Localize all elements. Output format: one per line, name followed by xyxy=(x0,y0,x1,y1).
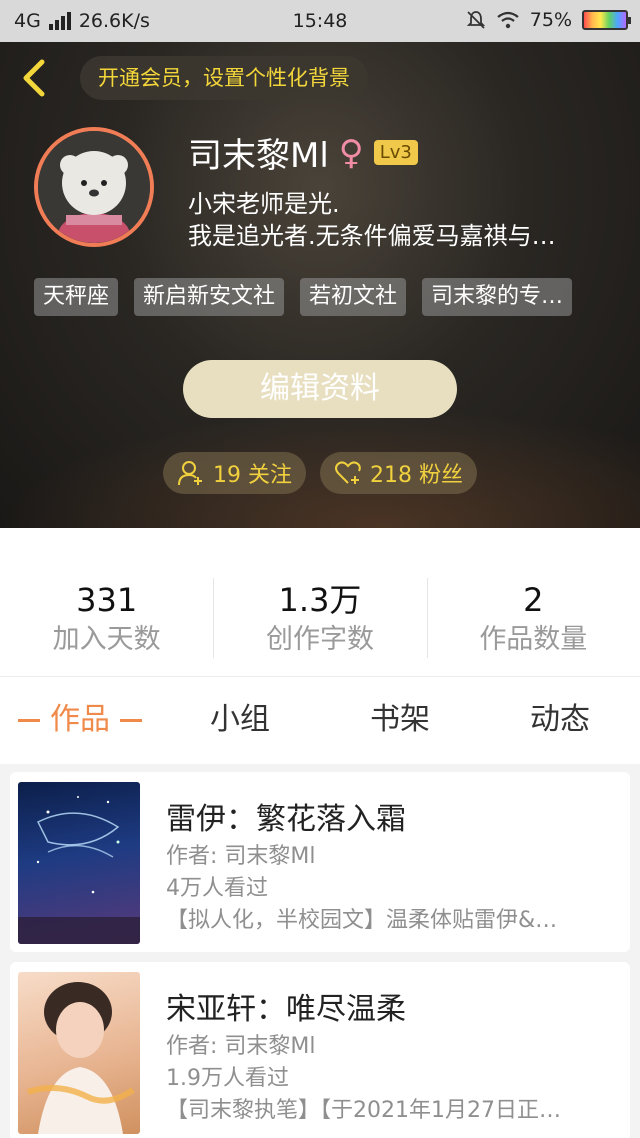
book-views: 4万人看过 xyxy=(166,876,268,901)
tab-indicator-right xyxy=(120,719,142,722)
book-title: 宋亚轩：唯尽温柔 xyxy=(166,992,406,1027)
tab-indicator-left xyxy=(18,719,40,722)
tab-works[interactable]: 作品 xyxy=(0,677,160,764)
book-cover-art xyxy=(18,796,140,944)
avatar[interactable] xyxy=(34,127,154,247)
stat-label: 创作字数 xyxy=(265,624,374,655)
following-label: 19 关注 xyxy=(213,463,292,488)
book-title: 雷伊：繁花落入霜 xyxy=(166,802,406,837)
tab-label: 作品 xyxy=(50,702,110,737)
book-card[interactable]: 雷伊：繁花落入霜 作者: 司末黎Ml 4万人看过 【拟人化，半校园文】温柔体贴雷… xyxy=(10,772,630,952)
username: 司末黎Ml xyxy=(188,136,329,176)
followers-label: 218 粉丝 xyxy=(370,463,463,488)
tab-activity[interactable]: 动态 xyxy=(480,677,640,764)
wifi-icon xyxy=(497,11,519,29)
clock: 15:48 xyxy=(292,10,348,32)
mute-bell-icon xyxy=(466,11,485,29)
stat-label: 加入天数 xyxy=(52,624,161,655)
book-author: 作者: 司末黎Ml xyxy=(166,1034,316,1059)
add-user-icon xyxy=(178,461,202,486)
profile-header: 开通会员，设置个性化背景 司末黎Ml ♀ Lv3 小宋老师是光. 我是追光者.无… xyxy=(0,42,640,528)
back-button[interactable] xyxy=(14,56,54,100)
book-description: 【拟人化，半校园文】温柔体贴雷伊&… xyxy=(166,908,558,933)
book-cover-art xyxy=(27,982,135,1134)
stat-label: 作品数量 xyxy=(479,624,588,655)
bio-line-1: 小宋老师是光. xyxy=(188,190,340,218)
female-icon: ♀ xyxy=(338,132,364,173)
tag-group-3[interactable]: 司末黎的专… xyxy=(422,278,573,316)
book-cover[interactable] xyxy=(18,782,140,944)
followers-button[interactable]: 218 粉丝 xyxy=(320,452,477,494)
tag-constellation[interactable]: 天秤座 xyxy=(34,278,119,316)
stat-value: 2 xyxy=(523,581,544,619)
bio-line-2: 我是追光者.无条件偏爱马嘉祺与… xyxy=(188,222,556,250)
tab-label: 动态 xyxy=(530,702,590,737)
avatar-image xyxy=(38,131,150,243)
book-description: 【司末黎执笔】【于2021年1月27日正… xyxy=(166,1098,561,1123)
edit-profile-button[interactable]: 编辑资料 xyxy=(183,360,457,418)
book-views: 1.9万人看过 xyxy=(166,1066,289,1091)
book-card[interactable]: 宋亚轩：唯尽温柔 作者: 司末黎Ml 1.9万人看过 【司末黎执笔】【于2021… xyxy=(10,962,630,1138)
profile-tabs: 作品 小组 书架 动态 xyxy=(0,676,640,764)
stats-bar: 331 加入天数 1.3万 创作字数 2 作品数量 xyxy=(0,528,640,676)
stat-value: 1.3万 xyxy=(278,581,362,619)
tag-group-1[interactable]: 新启新安文社 xyxy=(134,278,285,316)
following-button[interactable]: 19 关注 xyxy=(163,452,306,494)
tab-groups[interactable]: 小组 xyxy=(160,677,320,764)
stat-days-joined: 331 加入天数 xyxy=(0,528,213,676)
tag-list: 天秤座 新启新安文社 若初文社 司末黎的专… xyxy=(34,278,573,316)
tab-bookshelf[interactable]: 书架 xyxy=(320,677,480,764)
username-row: 司末黎Ml ♀ Lv3 xyxy=(188,128,418,177)
stat-value: 331 xyxy=(76,581,138,619)
level-badge: Lv3 xyxy=(373,140,418,165)
follow-row: 19 关注 218 粉丝 xyxy=(0,452,640,494)
tag-group-2[interactable]: 若初文社 xyxy=(300,278,407,316)
vip-banner[interactable]: 开通会员，设置个性化背景 xyxy=(80,56,368,100)
battery-percent: 75% xyxy=(529,9,572,31)
back-arrow-icon xyxy=(23,59,45,97)
battery-icon xyxy=(582,10,631,30)
book-author: 作者: 司末黎Ml xyxy=(166,844,316,869)
status-bar: 4G 26.6K/s 15:48 75% xyxy=(0,0,640,42)
book-cover[interactable] xyxy=(18,972,140,1134)
stat-works-count: 2 作品数量 xyxy=(426,528,640,676)
stat-word-count: 1.3万 创作字数 xyxy=(213,528,426,676)
tab-label: 小组 xyxy=(210,702,270,737)
heart-plus-icon xyxy=(335,461,361,484)
bio: 小宋老师是光. 我是追光者.无条件偏爱马嘉祺与… xyxy=(188,188,618,252)
tab-label: 书架 xyxy=(370,702,430,737)
